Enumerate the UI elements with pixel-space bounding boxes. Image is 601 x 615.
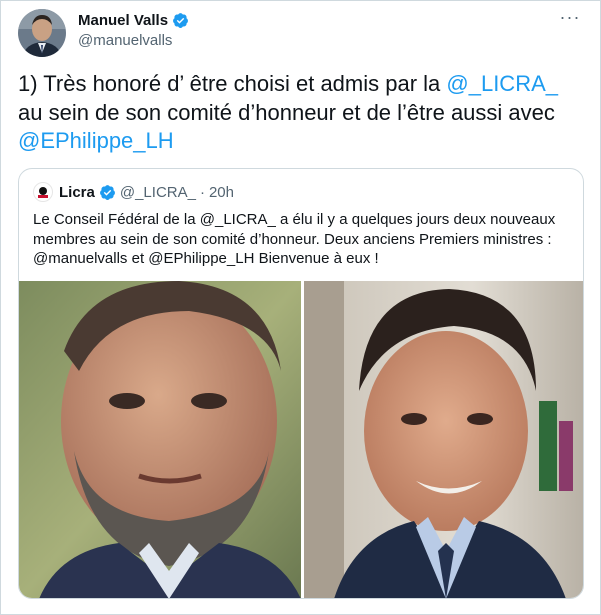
quoted-timestamp[interactable]: 20h <box>209 184 234 201</box>
tweet-text-part: 1) Très honoré d’ être choisi et admis p… <box>18 71 447 96</box>
separator-dot: · <box>199 183 205 201</box>
verified-badge-icon <box>172 12 189 29</box>
licra-logo-avatar[interactable] <box>33 182 53 202</box>
photo-manuel-valls[interactable] <box>304 281 583 598</box>
more-options-icon[interactable]: ··· <box>558 8 582 30</box>
quoted-tweet-header: Licra @_LICRA_ · 20h <box>33 182 234 202</box>
avatar[interactable] <box>18 9 66 57</box>
tweet-text-part: au sein de son comité d’honneur et de l’… <box>18 99 555 125</box>
quoted-tweet-text: Le Conseil Fédéral de la @_LICRA_ a élu … <box>33 211 556 268</box>
author-name-row[interactable]: Manuel Valls <box>78 12 189 29</box>
author-name[interactable]: Manuel Valls <box>78 12 168 29</box>
quoted-author-name[interactable]: Licra <box>59 184 95 201</box>
mention-link-licra[interactable]: @_LICRA_ <box>446 71 558 96</box>
quoted-author-handle[interactable]: @_LICRA_ <box>120 184 196 201</box>
mention-link-ephilippe[interactable]: @EPhilippe_LH <box>18 128 174 153</box>
tweet-card: Manuel Valls @manuelvalls ··· 1) Très ho… <box>0 0 601 615</box>
tweet-text: 1) Très honoré d’ être choisi et admis p… <box>18 70 588 156</box>
verified-badge-icon <box>99 184 116 201</box>
quoted-tweet[interactable]: Licra @_LICRA_ · 20h Le Conseil Fédéral … <box>18 168 584 599</box>
photo-edouard-philippe[interactable] <box>19 281 301 598</box>
quoted-media <box>19 281 583 598</box>
author-handle[interactable]: @manuelvalls <box>78 32 172 49</box>
